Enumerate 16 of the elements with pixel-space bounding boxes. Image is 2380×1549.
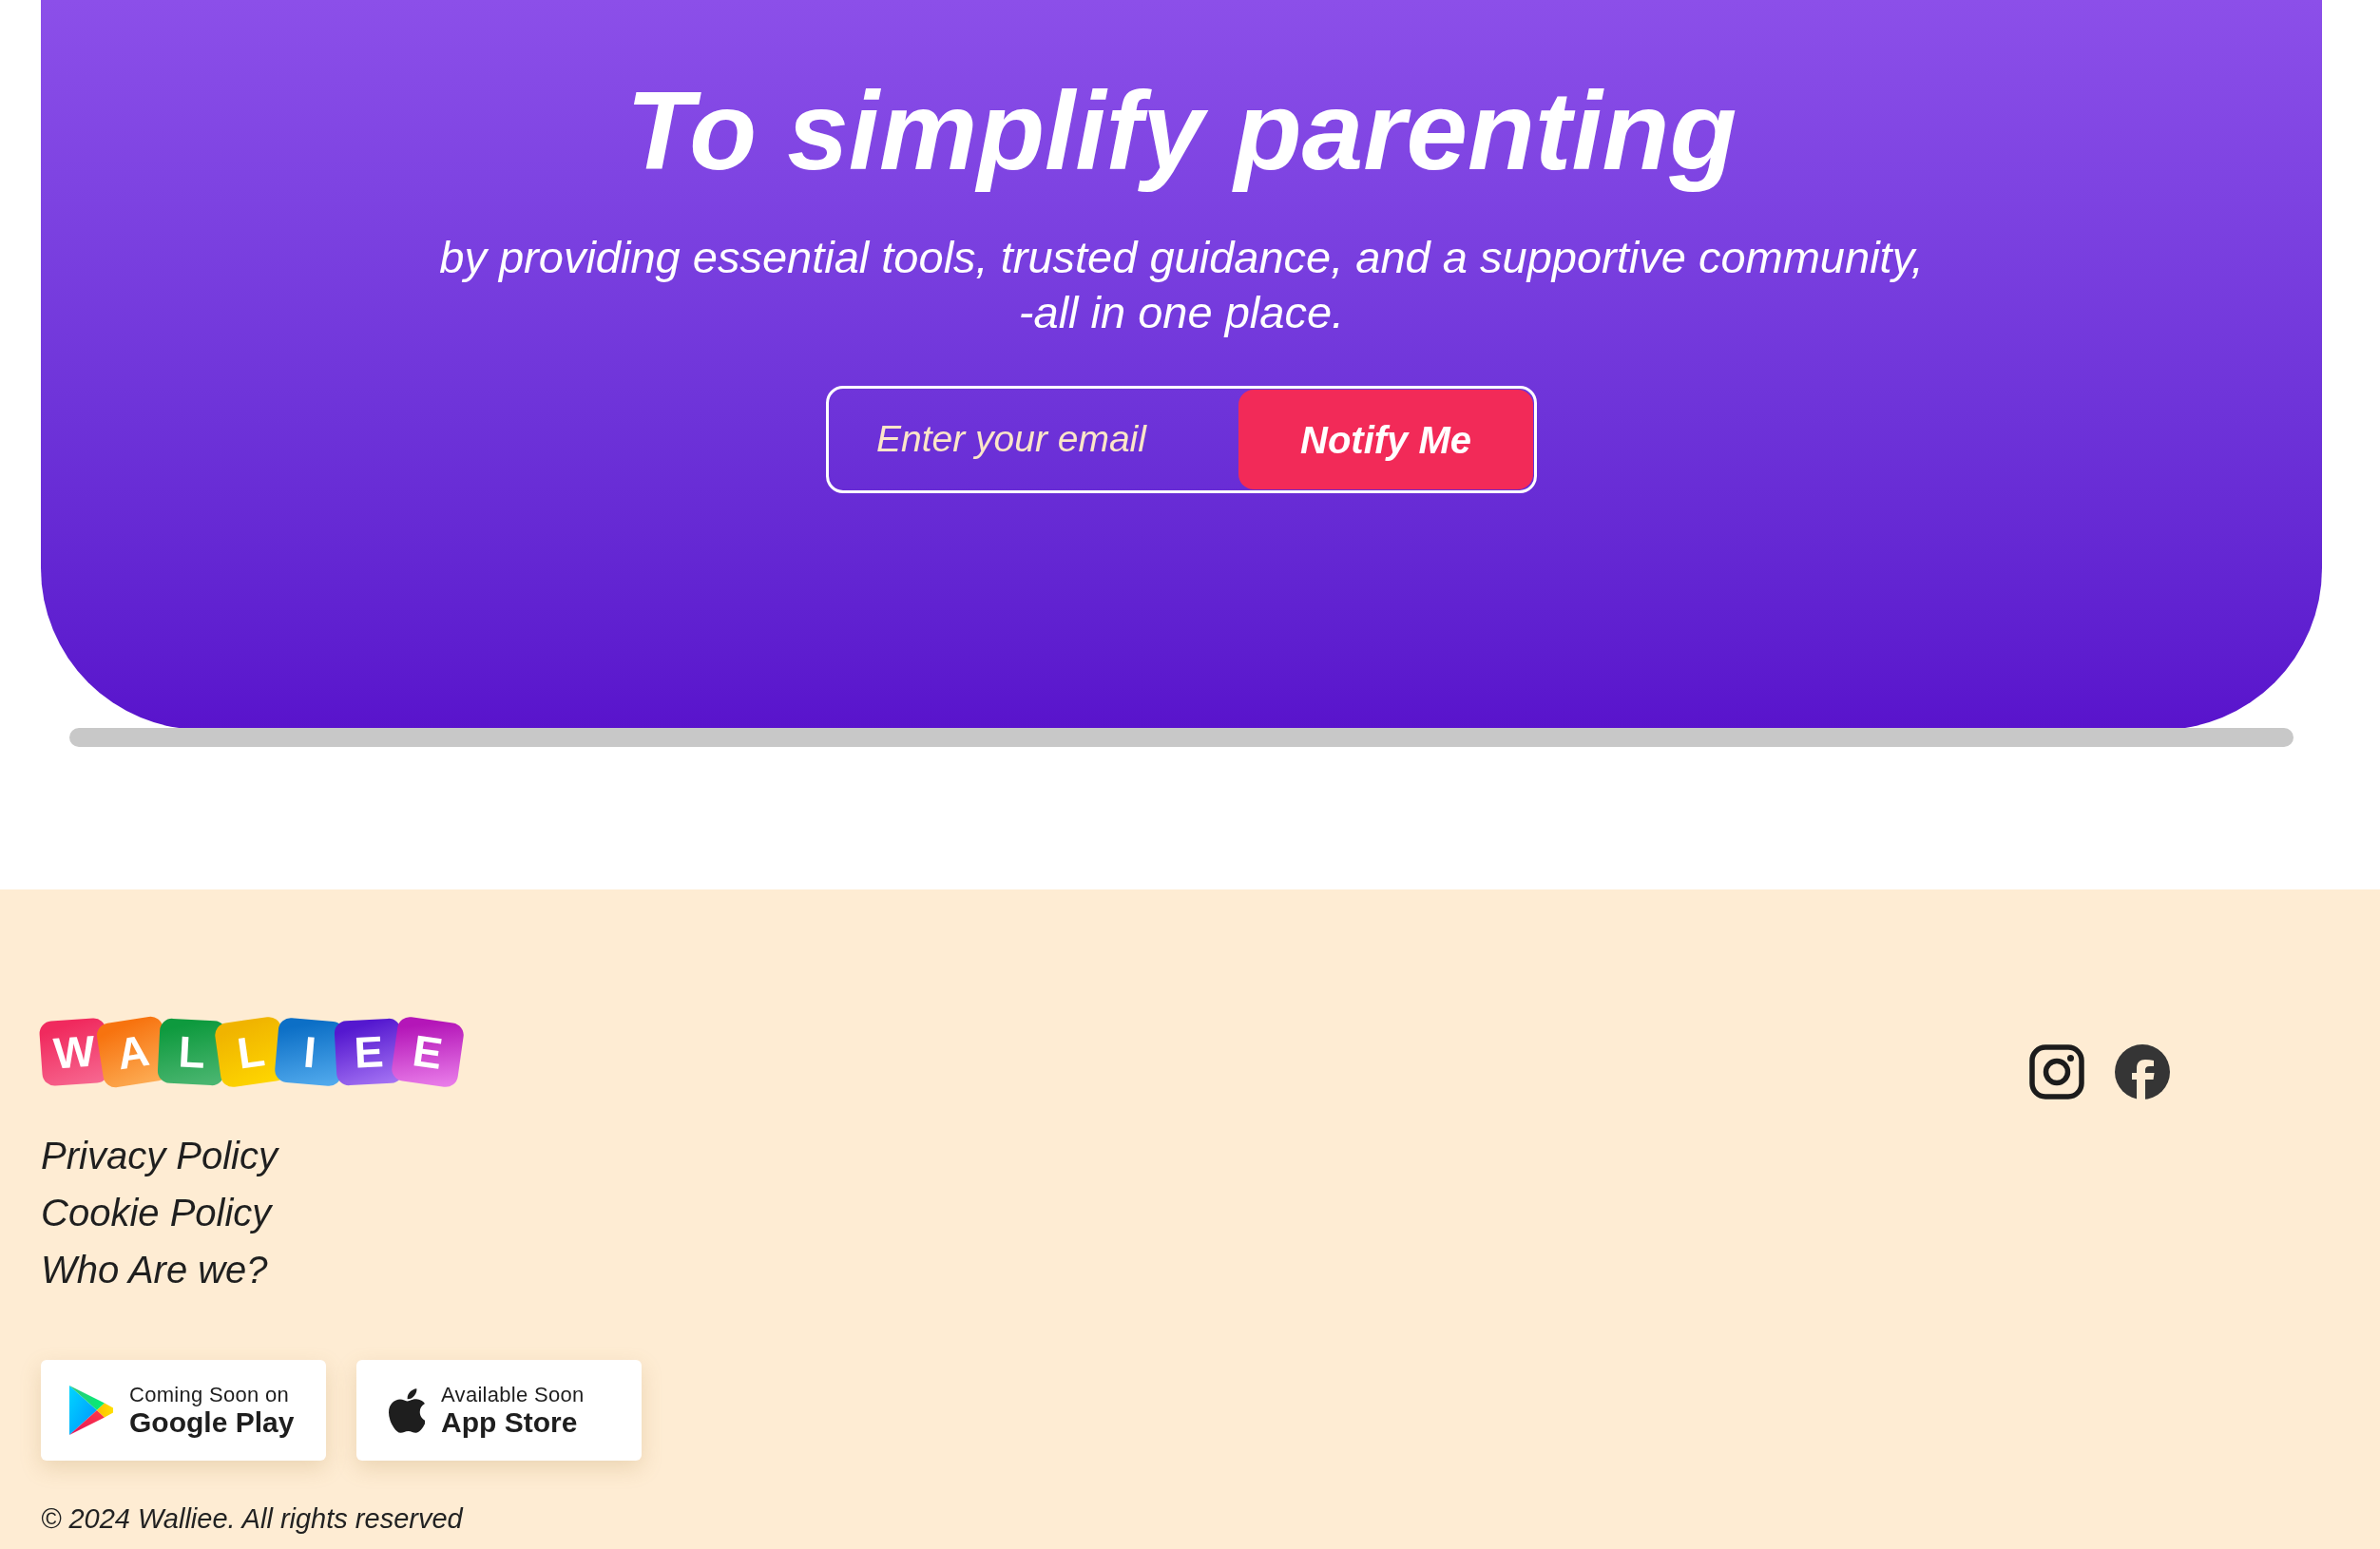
play-triangle-icon xyxy=(67,1385,115,1436)
email-field[interactable]: Enter your email Notify Me xyxy=(826,386,1537,493)
logo[interactable]: W A L L I E E xyxy=(41,1016,461,1088)
facebook-icon[interactable] xyxy=(2115,1044,2170,1100)
store-badge[interactable]: Available Soon App Store xyxy=(356,1360,642,1461)
instagram-icon[interactable] xyxy=(2029,1044,2084,1100)
hero-subtitle: by providing essential tools, trusted guidance, and a supportive community, -all in one place. xyxy=(439,231,1924,339)
apple-icon xyxy=(389,1387,425,1433)
footer-link[interactable]: Who Are we? xyxy=(41,1241,268,1298)
copyright-text: © 2024 Walliee. All rights reserved xyxy=(41,1502,463,1536)
notify-me-button[interactable]: Notify Me xyxy=(1238,390,1533,489)
scroll-bar[interactable] xyxy=(69,728,2294,747)
footer-link[interactable]: Privacy Policy xyxy=(41,1127,278,1184)
hero-title: To simplify parenting xyxy=(625,68,1737,195)
footer-link[interactable]: Cookie Policy xyxy=(41,1184,272,1241)
store-badge[interactable]: Coming Soon on Google Play xyxy=(41,1360,326,1461)
